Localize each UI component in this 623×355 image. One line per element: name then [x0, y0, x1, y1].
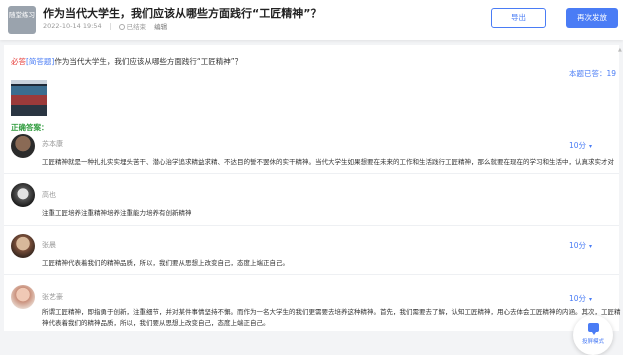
student-name: 张晨 [42, 241, 56, 249]
answer-text: 注重工匠培养注重精神培养注重能力培养有创新精神 [42, 209, 192, 217]
answer-text: 工匠精神代表着我们的精神品质，所以，我们要从思想上改变自己，态度上端正自己。 [42, 259, 289, 267]
chevron-down-icon: ▾ [589, 243, 593, 250]
divider [4, 173, 619, 174]
top-header: 随堂练习 作为当代大学生，我们应该从哪些方面践行“工匠精神”？ 2022-10-… [0, 0, 623, 40]
chevron-down-icon: ▾ [589, 296, 593, 303]
correct-answer-label: 正确答案： [11, 123, 49, 132]
question-type: [简答题] [26, 57, 55, 66]
activity-meta: 2022-10-14 19:54 已结束 编辑 [43, 21, 167, 31]
edit-link[interactable]: 编辑 [154, 21, 167, 31]
avatar [11, 285, 35, 309]
divider [4, 225, 619, 226]
clock-icon [118, 24, 125, 30]
score-value: 10分 [569, 294, 587, 303]
status-badge: 已结束 [118, 21, 147, 31]
score-select[interactable]: 10分 ▾ [569, 240, 592, 251]
question-card: 必答[简答题]作为当代大学生，我们应该从哪些方面践行“工匠精神”？ 本题已答：1… [4, 45, 622, 355]
export-button[interactable]: 导出 [491, 8, 546, 28]
divider [4, 274, 619, 275]
score-select[interactable]: 10分 ▾ [569, 293, 592, 304]
avatar [11, 134, 35, 158]
student-name: 苏本康 [42, 140, 63, 148]
meta-divider [109, 22, 111, 30]
score-value: 10分 [569, 141, 587, 150]
chevron-down-icon: ▾ [589, 143, 593, 150]
score-select[interactable]: 10分 ▾ [569, 140, 592, 151]
avatar [11, 183, 35, 207]
answered-count[interactable]: 本题已答：19 [569, 68, 616, 79]
question-image[interactable] [11, 80, 47, 116]
question-line: 必答[简答题]作为当代大学生，我们应该从哪些方面践行“工匠精神”？ [11, 56, 242, 67]
publish-date: 2022-10-14 19:54 [43, 22, 102, 30]
student-name: 张艺豪 [42, 293, 63, 301]
question-text: 作为当代大学生，我们应该从哪些方面践行“工匠精神”？ [54, 57, 243, 66]
projection-mode-label: 投屏模式 [581, 339, 604, 345]
answer-text: 所谓工匠精神，即指勇于创新，注重细节，并对某件事情坚持不懈。而作为一名大学生的我… [42, 308, 621, 327]
page-title: 作为当代大学生，我们应该从哪些方面践行“工匠精神”？ [43, 7, 322, 20]
score-value: 10分 [569, 241, 587, 250]
status-text: 已结束 [126, 23, 147, 31]
answer-text: 工匠精神就是一种扎扎实实埋头苦干、潜心治学追求精益求精、不达目的誓不罢休的实干精… [42, 158, 614, 166]
projection-mode-button[interactable]: 投屏模式 [573, 315, 613, 355]
required-tag: 必答 [11, 57, 26, 66]
activity-type-badge: 随堂练习 [8, 6, 36, 34]
avatar [11, 234, 35, 258]
scrollbar-arrow-up[interactable]: ▲ [618, 47, 622, 53]
student-name: 高也 [42, 191, 56, 199]
resend-button[interactable]: 再次发放 [566, 8, 618, 28]
